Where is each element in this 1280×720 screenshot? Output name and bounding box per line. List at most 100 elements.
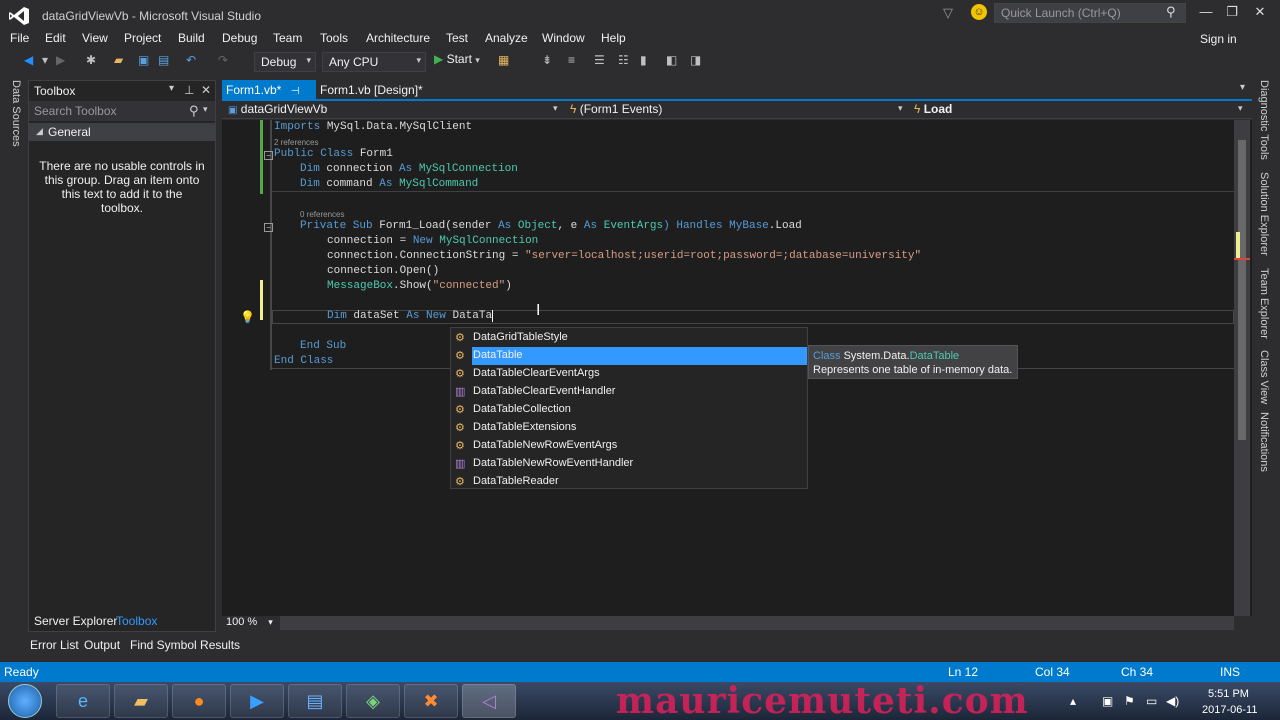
collapse-toggle-icon[interactable]: − [264, 151, 273, 160]
project-dropdown[interactable]: ▣ dataGridViewVb [228, 102, 327, 116]
menu-edit[interactable]: Edit [45, 31, 66, 45]
toolbox-search-input[interactable]: Search Toolbox [34, 104, 117, 118]
attach-icon[interactable]: ▦ [498, 53, 509, 67]
search-icon[interactable]: ⚲ [1166, 4, 1176, 20]
back-icon[interactable]: ◀ [24, 53, 33, 67]
database-tool-icon[interactable]: ◈ [346, 684, 400, 718]
menu-debug[interactable]: Debug [222, 31, 257, 45]
media-player-icon[interactable]: ▶ [230, 684, 284, 718]
tray-display-icon[interactable]: ▭ [1146, 694, 1157, 708]
toolbox-group-general[interactable]: ◢ General [29, 123, 215, 141]
menu-project[interactable]: Project [124, 31, 161, 45]
start-debugging-button[interactable]: ▶ Start ▾ [434, 52, 480, 66]
save-icon[interactable]: ▣ [138, 53, 149, 67]
find-symbol-results-tab[interactable]: Find Symbol Results [130, 638, 240, 652]
firefox-icon[interactable]: ● [172, 684, 226, 718]
tray-flag-icon[interactable]: ⚑ [1124, 694, 1135, 708]
forward-icon[interactable]: ▶ [56, 53, 65, 67]
completion-item[interactable]: ▥ DataTableClearEventHandler [451, 383, 807, 401]
menu-architecture[interactable]: Architecture [366, 31, 430, 45]
menu-view[interactable]: View [82, 31, 108, 45]
visual-studio-taskbar-icon[interactable]: ◁ [462, 684, 516, 718]
close-icon[interactable]: ✕ [1250, 4, 1270, 20]
object-dropdown[interactable]: ϟ (Form1 Events) [570, 102, 662, 116]
error-list-tab[interactable]: Error List [30, 638, 79, 652]
windows-start-button[interactable] [8, 684, 42, 718]
chevron-down-icon[interactable]: ▾ [203, 104, 208, 115]
configuration-select[interactable]: Debug ▾ [254, 52, 316, 72]
solution-explorer-tab[interactable]: Solution Explorer [1258, 172, 1270, 256]
completion-item[interactable]: ⚙ DataTableExtensions [451, 419, 807, 437]
clock-time[interactable]: 5:51 PM [1208, 688, 1249, 700]
close-icon[interactable]: ✕ [201, 83, 211, 97]
completion-item[interactable]: ▥ DataTableNewRowEventHandler [451, 455, 807, 473]
filter-icon[interactable]: ▽ [943, 5, 953, 21]
tab-form1-vb[interactable]: Form1.vb* ⊣ ✕ [222, 80, 316, 111]
chevron-down-icon[interactable]: ▾ [1240, 82, 1245, 93]
team-explorer-tab[interactable]: Team Explorer [1258, 268, 1270, 339]
redo-icon[interactable]: ↷ [218, 53, 228, 67]
chevron-down-icon[interactable]: ▾ [553, 103, 558, 114]
tray-network-icon[interactable]: ▣ [1102, 694, 1113, 708]
new-project-icon[interactable]: ✱ [86, 53, 96, 67]
step-icon[interactable]: ⇟ [542, 53, 552, 67]
bookmark-prev-icon[interactable]: ◧ [666, 53, 677, 67]
scrollbar-thumb[interactable] [1238, 140, 1246, 440]
menu-help[interactable]: Help [601, 31, 626, 45]
menu-build[interactable]: Build [178, 31, 205, 45]
menu-tools[interactable]: Tools [320, 31, 348, 45]
restore-icon[interactable]: ❐ [1222, 4, 1242, 20]
dropdown-arrow-icon[interactable]: ▾ [42, 53, 48, 67]
file-explorer-icon[interactable]: ▰ [114, 684, 168, 718]
chevron-down-icon[interactable]: ▾ [1238, 103, 1243, 114]
pin-icon[interactable]: ⊣ [291, 86, 300, 97]
platform-select[interactable]: Any CPU ▾ [322, 52, 426, 72]
intellisense-completion-list[interactable]: ⚙ DataGridTableStyle DataTable ⚙ ⚙ DataTab… [450, 327, 808, 489]
search-icon[interactable]: ⚲ [189, 103, 199, 119]
collapse-toggle-icon[interactable]: − [264, 223, 273, 232]
completion-item[interactable]: ⚙ DataTableReader [451, 473, 807, 491]
chevron-down-icon[interactable]: ▾ [169, 83, 174, 94]
codelens-references[interactable]: 0 references [300, 210, 344, 219]
menu-team[interactable]: Team [273, 31, 302, 45]
bookmark-icon[interactable]: ▮ [640, 53, 647, 67]
menu-analyze[interactable]: Analyze [485, 31, 528, 45]
feedback-smile-icon[interactable]: ☺ [971, 4, 987, 20]
diagnostic-tools-tab[interactable]: Diagnostic Tools [1258, 80, 1270, 160]
codelens-references[interactable]: 2 references [274, 138, 318, 147]
zoom-level-dropdown[interactable]: 100 % ▾ [222, 616, 280, 630]
save-all-icon[interactable]: ▤ [158, 53, 169, 67]
member-dropdown[interactable]: ϟ Load [914, 102, 952, 116]
tray-arrow-icon[interactable]: ▴ [1070, 694, 1076, 708]
sign-in-link[interactable]: Sign in [1200, 32, 1237, 46]
tab-form1-design[interactable]: Form1.vb [Design]* [320, 83, 423, 97]
pin-icon[interactable]: ⊥ [184, 83, 194, 97]
notifications-tab[interactable]: Notifications [1258, 412, 1270, 472]
comment-icon[interactable]: ☷ [618, 53, 629, 67]
class-view-tab[interactable]: Class View [1258, 350, 1270, 404]
data-sources-tab[interactable]: Data Sources [10, 80, 22, 147]
open-folder-icon[interactable]: ▰ [114, 53, 123, 67]
xampp-icon[interactable]: ✖ [404, 684, 458, 718]
undo-icon[interactable]: ↶ [186, 53, 196, 67]
server-app-icon[interactable]: ▤ [288, 684, 342, 718]
toolbox-search-box[interactable]: Search Toolbox ⚲ ▾ [29, 101, 215, 121]
completion-item[interactable]: ⚙ DataTableCollection [451, 401, 807, 419]
menu-file[interactable]: File [10, 31, 29, 45]
format-icon[interactable]: ≡ [568, 53, 575, 67]
menu-test[interactable]: Test [446, 31, 468, 45]
completion-item[interactable]: ⚙ DataTableNewRowEventArgs [451, 437, 807, 455]
output-tab[interactable]: Output [84, 638, 120, 652]
minimize-icon[interactable]: — [1196, 4, 1216, 19]
completion-item[interactable]: ⚙ DataGridTableStyle [451, 329, 807, 347]
clock-date[interactable]: 2017-06-11 [1202, 704, 1257, 716]
horizontal-scrollbar[interactable] [280, 616, 1234, 630]
toolbox-tab[interactable]: Toolbox [116, 614, 157, 628]
tray-volume-icon[interactable]: ◀) [1166, 694, 1179, 708]
indent-icon[interactable]: ☰ [594, 53, 605, 67]
chevron-down-icon[interactable]: ▾ [898, 103, 903, 114]
completion-item-selected[interactable]: DataTable [472, 347, 807, 365]
completion-item[interactable]: ⚙ DataTableClearEventArgs [451, 365, 807, 383]
quick-launch-input[interactable]: Quick Launch (Ctrl+Q) [994, 3, 1186, 23]
bookmark-next-icon[interactable]: ◨ [690, 53, 701, 67]
